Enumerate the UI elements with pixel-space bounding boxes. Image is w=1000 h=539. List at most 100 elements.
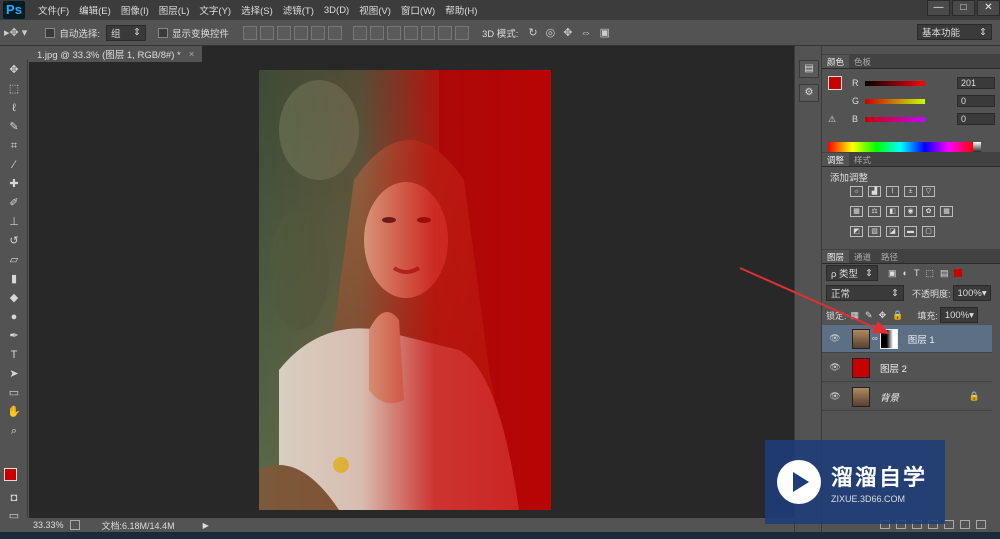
- menu-filter[interactable]: 滤镜(T): [278, 3, 319, 17]
- brush-tool-icon[interactable]: ✐: [3, 194, 25, 212]
- zoom-tool-icon[interactable]: ⌕: [3, 422, 25, 440]
- shape-tool-icon[interactable]: ▭: [3, 384, 25, 402]
- vibrance-icon[interactable]: ▽: [922, 186, 935, 197]
- filter-adjust-icon[interactable]: ◐: [903, 268, 908, 278]
- new-group-icon[interactable]: [944, 520, 954, 529]
- distribute-bottom-icon[interactable]: [386, 25, 401, 40]
- selective-color-icon[interactable]: ▢: [922, 226, 935, 237]
- 3d-pan-icon[interactable]: ✥: [563, 26, 572, 39]
- menu-image[interactable]: 图像(I): [116, 3, 154, 17]
- workspace-dropdown[interactable]: 基本功能 ⇕: [917, 24, 992, 40]
- distribute-hcenter-icon[interactable]: [420, 25, 435, 40]
- r-slider[interactable]: [865, 80, 925, 86]
- opacity-field[interactable]: 100% ▾: [952, 285, 991, 301]
- layer-row-layer1[interactable]: 👁 ∞ 图层 1: [822, 325, 992, 353]
- status-menu-arrow-icon[interactable]: ▶: [203, 521, 209, 530]
- align-hcenter-icon[interactable]: [310, 25, 325, 40]
- lock-transparent-icon[interactable]: ▦: [851, 310, 860, 321]
- delete-layer-icon[interactable]: [976, 520, 986, 529]
- brightness-icon[interactable]: ☼: [850, 186, 863, 197]
- filter-type-icon[interactable]: T: [914, 268, 920, 278]
- align-vcenter-icon[interactable]: [259, 25, 274, 40]
- distribute-vcenter-icon[interactable]: [369, 25, 384, 40]
- maximize-button[interactable]: □: [952, 0, 975, 16]
- menu-file[interactable]: 文件(F): [33, 3, 74, 17]
- distribute-top-icon[interactable]: [352, 25, 367, 40]
- color-balance-icon[interactable]: ⚖: [868, 206, 881, 217]
- eyedropper-tool-icon[interactable]: ⁄: [3, 156, 25, 174]
- menu-window[interactable]: 窗口(W): [396, 3, 440, 17]
- levels-icon[interactable]: ▟: [868, 186, 881, 197]
- black-white-icon[interactable]: ◧: [886, 206, 899, 217]
- lock-position-icon[interactable]: ✥: [879, 310, 887, 321]
- b-slider[interactable]: [865, 116, 925, 122]
- new-layer-icon[interactable]: [960, 520, 970, 529]
- history-panel-icon[interactable]: ▤: [799, 60, 819, 78]
- hue-saturation-icon[interactable]: ▦: [850, 206, 863, 217]
- layer-row-background[interactable]: 👁 背景 🔒: [822, 383, 992, 411]
- layer-mask-thumbnail[interactable]: [879, 328, 898, 349]
- tab-color[interactable]: 颜色: [822, 55, 850, 68]
- menu-type[interactable]: 文字(Y): [194, 3, 236, 17]
- tab-styles[interactable]: 样式: [849, 153, 876, 166]
- posterize-icon[interactable]: ▧: [868, 226, 881, 237]
- layer-kind-filter[interactable]: ρ 类型 ⇕: [826, 265, 878, 281]
- curves-icon[interactable]: ⌇: [886, 186, 899, 197]
- share-icon[interactable]: [69, 520, 80, 530]
- distribute-left-icon[interactable]: [403, 25, 418, 40]
- color-lookup-icon[interactable]: ▦: [940, 206, 953, 217]
- auto-align-icon[interactable]: [454, 25, 469, 40]
- eraser-tool-icon[interactable]: ▱: [3, 251, 25, 269]
- marquee-tool-icon[interactable]: ⬚: [3, 80, 25, 98]
- filter-smart-icon[interactable]: ▤: [940, 268, 949, 279]
- properties-panel-icon[interactable]: ⚙: [799, 84, 819, 102]
- g-slider[interactable]: [865, 98, 925, 104]
- r-value-field[interactable]: 201: [957, 77, 995, 89]
- lasso-tool-icon[interactable]: ℓ: [3, 99, 25, 117]
- 3d-scale-icon[interactable]: ▣: [599, 26, 609, 39]
- menu-layer[interactable]: 图层(L): [154, 3, 195, 17]
- close-icon[interactable]: ×: [189, 49, 195, 60]
- align-right-icon[interactable]: [327, 25, 342, 40]
- close-button[interactable]: ✕: [977, 0, 1000, 16]
- layer-row-layer2[interactable]: 👁 图层 2: [822, 354, 992, 382]
- menu-edit[interactable]: 编辑(E): [74, 3, 116, 17]
- threshold-icon[interactable]: ◪: [886, 226, 899, 237]
- path-select-tool-icon[interactable]: ➤: [3, 365, 25, 383]
- visibility-eye-icon[interactable]: 👁: [828, 391, 842, 402]
- screen-mode-icon[interactable]: ▭: [3, 507, 25, 525]
- zoom-level[interactable]: 33.33%: [33, 520, 64, 530]
- menu-3d[interactable]: 3D(D): [319, 5, 354, 16]
- tab-channels[interactable]: 通道: [849, 250, 876, 263]
- visibility-eye-icon[interactable]: 👁: [828, 333, 842, 344]
- image-canvas[interactable]: [259, 70, 551, 510]
- 3d-roll-icon[interactable]: ◎: [546, 26, 556, 39]
- b-value-field[interactable]: 0: [957, 113, 995, 125]
- pen-tool-icon[interactable]: ✒: [3, 327, 25, 345]
- move-tool-icon[interactable]: ▸✥ ▾: [4, 26, 27, 39]
- g-value-field[interactable]: 0: [957, 95, 995, 107]
- hand-tool-icon[interactable]: ✋: [3, 403, 25, 421]
- exposure-icon[interactable]: ±: [904, 186, 917, 197]
- 3d-slide-icon[interactable]: ⇔: [580, 27, 591, 39]
- document-tab[interactable]: 1.jpg @ 33.3% (图层 1, RGB/8#) * ×: [29, 46, 203, 62]
- healing-brush-tool-icon[interactable]: ✚: [3, 175, 25, 193]
- photo-filter-icon[interactable]: ◉: [904, 206, 917, 217]
- align-bottom-icon[interactable]: [276, 25, 291, 40]
- align-left-icon[interactable]: [293, 25, 308, 40]
- auto-select-checkbox[interactable]: [45, 27, 56, 38]
- 3d-rotate-icon[interactable]: ↻: [528, 26, 537, 39]
- dodge-tool-icon[interactable]: ●: [3, 308, 25, 326]
- fg-color-chip[interactable]: [828, 76, 842, 90]
- filter-pixel-icon[interactable]: ▣: [888, 268, 897, 279]
- distribute-right-icon[interactable]: [437, 25, 452, 40]
- crop-tool-icon[interactable]: ⌗: [3, 137, 25, 155]
- filter-shape-icon[interactable]: ⬚: [925, 268, 934, 279]
- blend-mode-dropdown[interactable]: 正常 ⇕: [826, 285, 904, 301]
- gradient-map-icon[interactable]: ▬: [904, 226, 917, 237]
- lock-pixels-icon[interactable]: ✎: [865, 310, 873, 321]
- chain-link-icon[interactable]: ∞: [872, 334, 878, 343]
- tab-swatches[interactable]: 色板: [849, 55, 876, 68]
- warning-icon[interactable]: ⚠: [828, 114, 836, 125]
- menu-select[interactable]: 选择(S): [236, 3, 278, 17]
